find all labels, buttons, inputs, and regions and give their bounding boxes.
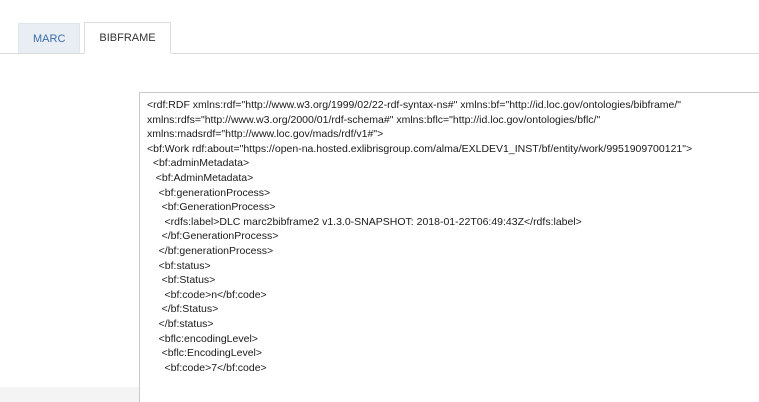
xml-line: </bf:Status>	[147, 303, 219, 316]
xml-line: xmlns:rdfs="http://www.w3.org/2000/01/rd…	[147, 113, 601, 126]
xml-line: <bf:Status>	[147, 274, 216, 287]
xml-line: <bf:GenerationProcess>	[147, 201, 276, 214]
xml-line: </bf:status>	[147, 317, 214, 330]
format-tabs: MARC BIBFRAME	[18, 22, 171, 54]
xml-line: <bf:status>	[147, 259, 211, 272]
xml-line: </bf:GenerationProcess>	[147, 230, 279, 243]
xml-line: <bf:code>n</bf:code>	[147, 288, 267, 301]
xml-line: <bf:code>7</bf:code>	[147, 361, 267, 374]
xml-line: <rdf:RDF xmlns:rdf="http://www.w3.org/19…	[147, 99, 682, 111]
xml-line: <bflc:EncodingLevel>	[147, 347, 262, 360]
tab-marc[interactable]: MARC	[18, 23, 81, 53]
bibframe-xml-viewer[interactable]: <rdf:RDF xmlns:rdf="http://www.w3.org/19…	[139, 92, 759, 402]
xml-line: <bf:AdminMetadata>	[147, 171, 254, 184]
top-bar	[0, 0, 759, 15]
xml-line: </bf:generationProcess>	[147, 244, 274, 257]
xml-content: <rdf:RDF xmlns:rdf="http://www.w3.org/19…	[140, 93, 759, 375]
xml-line: <rdfs:label>DLC marc2bibframe2 v1.3.0-SN…	[147, 215, 582, 228]
xml-line: xmlns:madsrdf="http://www.loc.gov/mads/r…	[147, 128, 384, 141]
record-view-panel: MARC BIBFRAME <rdf:RDF xmlns:rdf="http:/…	[0, 14, 759, 402]
xml-line: <bf:Work rdf:about="https://open-na.host…	[147, 142, 693, 155]
xml-line: <bf:generationProcess>	[147, 186, 271, 199]
xml-line: <bflc:encodingLevel>	[147, 332, 258, 345]
xml-line: <bf:adminMetadata>	[147, 157, 250, 170]
tab-bibframe[interactable]: BIBFRAME	[84, 22, 171, 54]
